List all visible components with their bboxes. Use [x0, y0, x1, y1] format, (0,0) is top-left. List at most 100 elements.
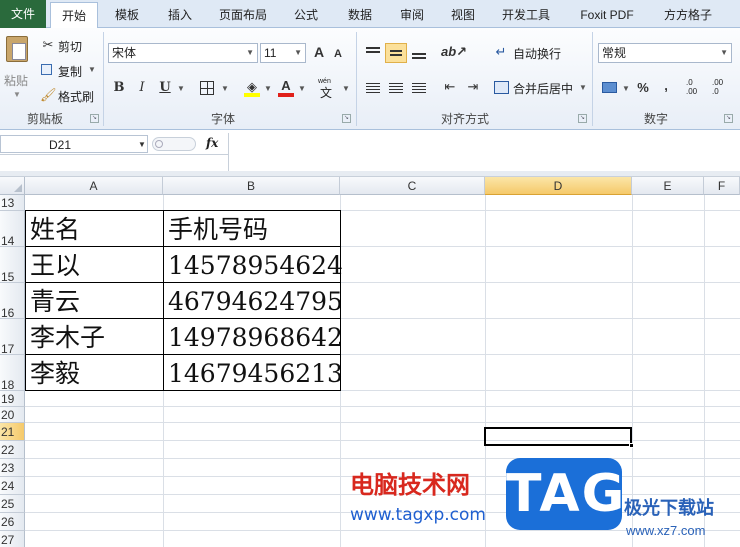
watermark-site-name: 极光下载站 [624, 498, 714, 518]
shrink-font-button[interactable]: A [331, 46, 345, 62]
column-header-F[interactable]: F [704, 177, 740, 195]
font-name-select[interactable]: 宋体 ▼ [108, 43, 258, 63]
align-center-button[interactable] [387, 80, 405, 96]
dialog-launcher-icon[interactable]: ↘ [724, 114, 733, 123]
formula-input[interactable] [228, 133, 740, 171]
number-format-select[interactable]: 常规 ▼ [598, 43, 732, 63]
dialog-launcher-icon[interactable]: ↘ [90, 114, 99, 123]
align-bottom-button[interactable] [410, 44, 428, 62]
insert-function-button[interactable]: fx [206, 136, 226, 152]
paste-button[interactable]: 粘贴 ▼ [2, 34, 32, 104]
tab-8[interactable]: 视图 [440, 2, 486, 28]
align-top-icon [366, 47, 380, 49]
tab-9[interactable]: 开发工具 [492, 2, 560, 28]
increase-indent-icon: ⇥ [467, 79, 479, 94]
table-border [25, 210, 26, 391]
shrink-font-icon: A [334, 48, 342, 60]
font-size-value: 11 [264, 46, 277, 60]
wrap-text-button[interactable]: ↵ 自动换行 [493, 43, 573, 63]
tab-2[interactable]: 模板 [104, 2, 150, 28]
tab-4[interactable]: 页面布局 [210, 2, 276, 28]
row-header-15[interactable]: 15 [0, 247, 25, 283]
tab-5[interactable]: 公式 [282, 2, 330, 28]
increase-decimal-button[interactable]: .0.00 [686, 78, 708, 98]
underline-button[interactable]: U [157, 80, 173, 96]
row-header-13[interactable]: 13 [0, 195, 25, 211]
merge-center-button[interactable]: 合并后居中 ▼ [493, 78, 588, 98]
tab-11[interactable]: 方方格子 [656, 2, 720, 28]
fill-color-button[interactable]: ◈ [243, 79, 261, 97]
chevron-down-icon[interactable]: ▼ [342, 84, 350, 93]
tag-logo: TAG [506, 458, 624, 530]
column-header-C[interactable]: C [340, 177, 485, 195]
currency-button[interactable] [601, 80, 619, 96]
chevron-down-icon[interactable]: ▼ [622, 84, 630, 93]
chevron-down-icon[interactable]: ▼ [264, 84, 272, 93]
row-header-22[interactable]: 22 [0, 441, 25, 459]
row-header-25[interactable]: 25 [0, 495, 25, 513]
tab-7[interactable]: 审阅 [390, 2, 434, 28]
chevron-down-icon[interactable]: ▼ [298, 84, 306, 93]
chevron-down-icon: ▼ [13, 90, 21, 99]
chevron-down-icon: ▼ [246, 48, 254, 57]
table-border [25, 390, 341, 391]
tab-0[interactable]: 文件 [0, 0, 46, 28]
tab-3[interactable]: 插入 [156, 2, 204, 28]
column-header-E[interactable]: E [632, 177, 704, 195]
decrease-decimal-button[interactable]: .00.0 [712, 78, 734, 98]
row-header-21[interactable]: 21 [0, 423, 25, 441]
row-header-14[interactable]: 14 [0, 211, 25, 247]
font-size-select[interactable]: 11 ▼ [260, 43, 306, 63]
phonetic-button[interactable]: wén 文 [318, 78, 340, 100]
row-header-20[interactable]: 20 [0, 407, 25, 423]
italic-button[interactable]: I [134, 80, 150, 96]
orientation-button[interactable]: ab↗ [441, 44, 467, 60]
column-header-B[interactable]: B [163, 177, 340, 195]
cut-button[interactable]: ✂ 剪切 [40, 37, 100, 54]
row-header-26[interactable]: 26 [0, 513, 25, 531]
clipboard-group-label: 剪贴板 [26, 112, 63, 126]
row-header-16[interactable]: 16 [0, 283, 25, 319]
paste-label: 粘贴 [4, 74, 29, 88]
bold-button[interactable]: B [111, 80, 127, 96]
dialog-launcher-icon[interactable]: ↘ [578, 114, 587, 123]
increase-indent-button[interactable]: ⇥ [464, 79, 482, 95]
dialog-launcher-icon[interactable]: ↘ [342, 114, 351, 123]
brush-icon: 🖌 [40, 87, 57, 102]
selected-cell-d21[interactable] [484, 427, 632, 446]
align-right-button[interactable] [410, 80, 428, 96]
copy-button[interactable]: 复制 ▼ [40, 62, 100, 79]
format-painter-button[interactable]: 🖌 格式刷 [40, 87, 100, 104]
row-header-23[interactable]: 23 [0, 459, 25, 477]
row-header-24[interactable]: 24 [0, 477, 25, 495]
chevron-down-icon[interactable]: ▼ [221, 84, 229, 93]
formula-bar-handle[interactable] [152, 137, 196, 151]
column-header-D[interactable]: D [485, 177, 632, 195]
row-header-27[interactable]: 27 [0, 531, 25, 547]
percent-button[interactable]: % [635, 80, 651, 96]
font-color-button[interactable]: A [277, 78, 295, 97]
grow-font-button[interactable]: A [311, 44, 327, 60]
align-left-button[interactable] [364, 80, 382, 96]
wrap-text-label: 自动换行 [513, 47, 562, 61]
divider [103, 32, 104, 126]
tab-10[interactable]: Foxit PDF [566, 2, 648, 28]
fill-handle[interactable] [629, 443, 634, 448]
row-header-19[interactable]: 19 [0, 391, 25, 407]
border-button[interactable] [200, 81, 214, 95]
row-header-18[interactable]: 18 [0, 355, 25, 391]
decrease-indent-button[interactable]: ⇤ [441, 79, 459, 95]
table-border [340, 210, 341, 391]
table-cell: 46794624795 [168, 287, 343, 316]
comma-button[interactable]: , [660, 78, 672, 94]
select-all-corner[interactable] [0, 177, 25, 195]
column-header-A[interactable]: A [25, 177, 163, 195]
chevron-down-icon[interactable]: ▼ [177, 84, 185, 93]
tab-1[interactable]: 开始 [50, 2, 98, 29]
tab-6[interactable]: 数据 [336, 2, 384, 28]
align-top-button[interactable] [364, 44, 382, 62]
align-middle-button[interactable] [385, 43, 407, 63]
row-header-17[interactable]: 17 [0, 319, 25, 355]
chevron-down-icon: ▼ [579, 83, 587, 92]
name-box[interactable]: D21 ▼ [0, 135, 148, 153]
